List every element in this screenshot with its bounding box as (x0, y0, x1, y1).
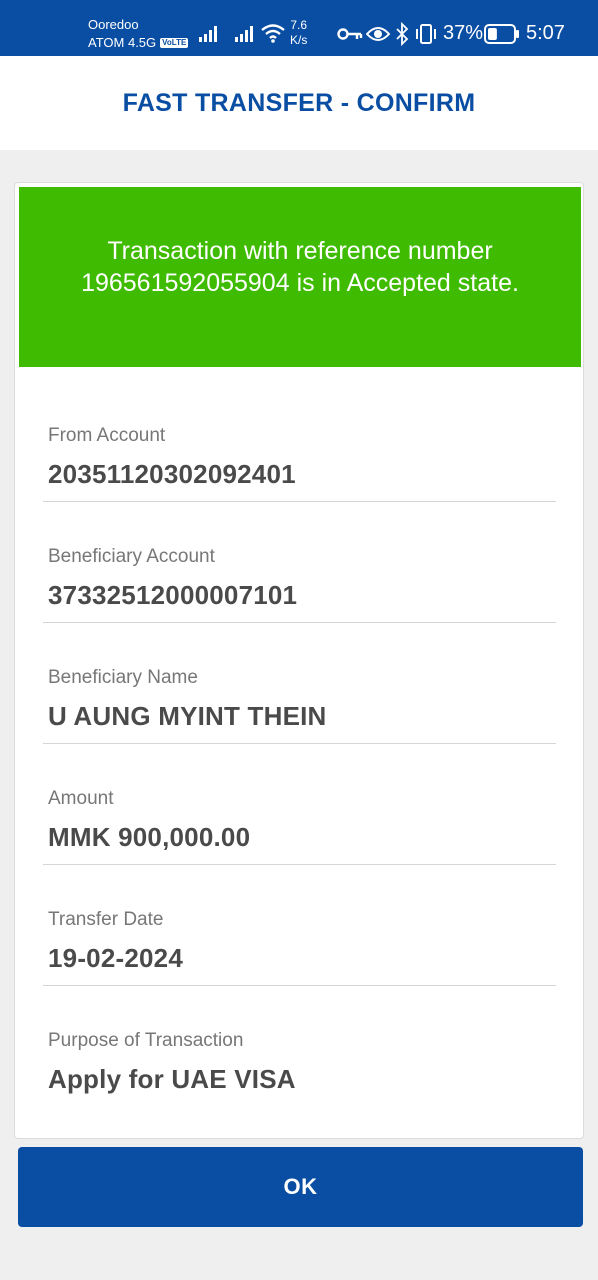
field-label: Amount (48, 788, 114, 809)
field-value: 37332512000007101 (48, 580, 298, 610)
vpn-key-icon (337, 28, 363, 40)
clock: 5:07 (526, 22, 565, 44)
field-value: 20351120302092401 (48, 459, 296, 489)
field-label: From Account (48, 425, 166, 446)
page-title: FAST TRANSFER - CONFIRM (122, 88, 476, 117)
field-label: Transfer Date (48, 909, 164, 930)
field-transfer-date: Transfer Date 19-02-2024 (43, 865, 556, 986)
signal-icon (235, 26, 253, 42)
signal-icon (199, 26, 217, 42)
battery-icon (484, 24, 519, 44)
field-value: Apply for UAE VISA (48, 1064, 296, 1094)
eye-icon (366, 27, 390, 41)
net-speed-value: 7.6 (290, 18, 308, 32)
app-header: FAST TRANSFER - CONFIRM (0, 56, 598, 150)
field-amount: Amount MMK 900,000.00 (43, 744, 556, 865)
wifi-icon (261, 24, 285, 43)
field-label: Beneficiary Account (48, 546, 215, 567)
net-speed: 7.6 K/s (290, 18, 307, 48)
field-label: Beneficiary Name (48, 667, 198, 688)
field-value: 19-02-2024 (48, 943, 183, 973)
volte-badge: VoLTE (160, 38, 189, 48)
field-label: Purpose of Transaction (48, 1030, 244, 1051)
ok-button[interactable]: OK (18, 1147, 583, 1227)
field-value: U AUNG MYINT THEIN (48, 701, 327, 731)
battery-percent: 37% (443, 22, 484, 44)
status-bar: Ooredoo ATOM 4.5G VoLTE 7.6 K/s 37% 5:07 (0, 0, 598, 56)
net-speed-unit: K/s (290, 33, 308, 47)
network-type: ATOM 4.5G (88, 35, 157, 50)
vibrate-icon (416, 24, 436, 44)
field-beneficiary-name: Beneficiary Name U AUNG MYINT THEIN (43, 623, 556, 744)
field-purpose: Purpose of Transaction Apply for UAE VIS… (43, 986, 556, 1107)
success-banner: Transaction with reference number 196561… (19, 187, 581, 367)
confirmation-card: Transaction with reference number 196561… (14, 182, 584, 1139)
field-from-account: From Account 20351120302092401 (43, 381, 556, 502)
bluetooth-icon (396, 22, 409, 46)
field-value: MMK 900,000.00 (48, 822, 251, 852)
field-beneficiary-account: Beneficiary Account 37332512000007101 (43, 502, 556, 623)
carrier-info: Ooredoo ATOM 4.5G VoLTE (88, 16, 189, 52)
carrier-name: Ooredoo (88, 17, 139, 32)
